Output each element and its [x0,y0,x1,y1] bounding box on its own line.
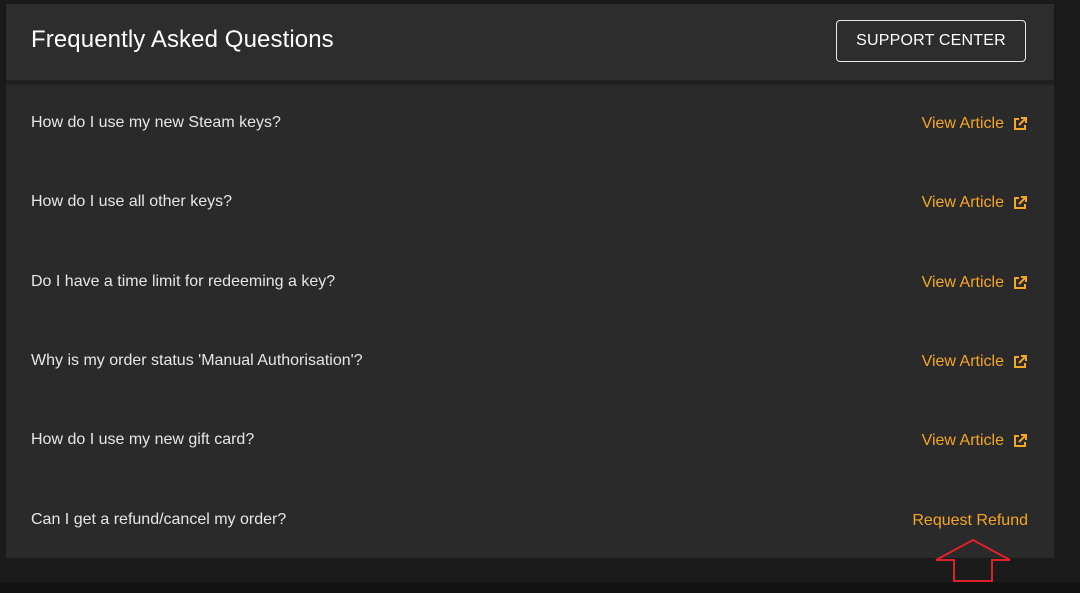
link-label: View Article [921,353,1004,370]
faq-row: How do I use my new gift card? View Arti… [6,421,1054,461]
faq-question: Can I get a refund/cancel my order? [31,511,287,528]
link-label: View Article [921,194,1004,211]
link-label: View Article [921,115,1004,132]
faq-row: Do I have a time limit for redeeming a k… [6,263,1054,303]
arrow-up-icon [934,538,1012,583]
faq-question: Do I have a time limit for redeeming a k… [31,273,336,290]
view-article-link[interactable]: View Article [922,353,1028,371]
external-link-icon [1012,354,1028,370]
faq-question: Why is my order status 'Manual Authorisa… [31,352,363,369]
view-article-link[interactable]: View Article [922,432,1028,450]
view-article-link[interactable]: View Article [922,194,1028,212]
link-label: Request Refund [912,512,1028,529]
view-article-link[interactable]: View Article [922,274,1028,292]
link-label: View Article [921,274,1004,291]
faq-row: How do I use my new Steam keys? View Art… [6,104,1054,144]
faq-row: Why is my order status 'Manual Authorisa… [6,342,1054,382]
faq-row: Can I get a refund/cancel my order? Requ… [6,501,1054,541]
external-link-icon [1012,275,1028,291]
footer-strip [0,582,1080,593]
faq-question: How do I use all other keys? [31,193,232,210]
faq-title: Frequently Asked Questions [31,26,334,53]
faq-question: How do I use my new gift card? [31,431,255,448]
page-background [0,560,1080,582]
faq-header: Frequently Asked Questions SUPPORT CENTE… [6,4,1054,82]
request-refund-link[interactable]: Request Refund [912,512,1028,530]
view-article-link[interactable]: View Article [922,115,1028,133]
external-link-icon [1012,433,1028,449]
external-link-icon [1012,195,1028,211]
faq-question: How do I use my new Steam keys? [31,114,281,131]
support-center-button[interactable]: SUPPORT CENTER [836,20,1026,62]
link-label: View Article [921,432,1004,449]
faq-row: How do I use all other keys? View Articl… [6,183,1054,223]
faq-panel: Frequently Asked Questions SUPPORT CENTE… [6,4,1054,558]
external-link-icon [1012,116,1028,132]
